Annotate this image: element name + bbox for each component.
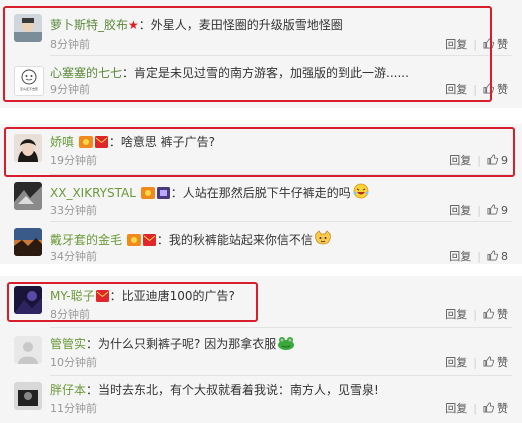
like-button[interactable]: 8 xyxy=(487,250,508,263)
highlight-box xyxy=(7,282,258,322)
thumb-up-icon xyxy=(487,204,498,215)
username[interactable]: 胖仔本 xyxy=(50,383,86,397)
highlight-box xyxy=(4,127,515,177)
thumb-up-icon xyxy=(483,308,494,319)
like-label: 赞 xyxy=(497,356,508,369)
username[interactable]: 管管实 xyxy=(50,337,86,351)
avatar[interactable] xyxy=(14,228,42,256)
cat-emoji-icon xyxy=(314,230,332,249)
level-badge-icon xyxy=(156,187,170,202)
vip-badge-icon xyxy=(140,187,155,202)
comment-item: 胖仔本：当时去东北，有个大叔就看着我说：南方人，见雪泉! 11分钟前 回复 | 赞 xyxy=(0,376,522,423)
like-button[interactable]: 赞 xyxy=(483,402,508,415)
comment-item: 管管实：为什么只剩裤子呢? 因为那拿衣服 10分钟前 回复 | 赞 xyxy=(0,328,522,374)
avatar[interactable] xyxy=(14,336,42,364)
like-label: 赞 xyxy=(497,38,508,51)
like-label: 赞 xyxy=(497,402,508,415)
thumb-up-icon xyxy=(483,402,494,413)
vip-badge-icon xyxy=(126,234,141,249)
thumb-up-icon xyxy=(487,250,498,261)
like-count: 9 xyxy=(501,204,508,217)
username[interactable]: XX_XIKRYSTAL xyxy=(50,186,136,200)
comment-time: 11分钟前 xyxy=(50,402,97,415)
reply-button[interactable]: 回复 xyxy=(445,308,467,321)
avatar[interactable] xyxy=(14,182,42,210)
comment-item: XX_XIKRYSTAL ：人站在那然后脱下牛仔裤走的吗 33分钟前 回复 | 9 xyxy=(0,176,522,220)
thumb-up-icon xyxy=(483,356,494,367)
reply-button[interactable]: 回复 xyxy=(449,204,471,217)
like-label: 赞 xyxy=(497,83,508,96)
comment-text: ：我的秋裤能站起来你信不信 xyxy=(156,233,313,247)
reply-button[interactable]: 回复 xyxy=(445,402,467,415)
avatar[interactable] xyxy=(14,382,42,410)
like-count: 8 xyxy=(501,250,508,263)
comment-time: 34分钟前 xyxy=(50,250,97,263)
like-label: 赞 xyxy=(497,308,508,321)
comment-item: 戴牙套的金毛 ：我的秋裤能站起来你信不信 34分钟前 回复 | 8 xyxy=(0,222,522,264)
comment-text: ：人站在那然后脱下牛仔裤走的吗 xyxy=(170,186,351,200)
reply-button[interactable]: 回复 xyxy=(445,356,467,369)
comment-text: ：当时去东北，有个大叔就看着我说：南方人，见雪泉! xyxy=(86,383,379,397)
envelope-badge-icon xyxy=(142,234,156,249)
laughing-emoji-icon xyxy=(352,183,370,202)
frog-emoji-icon xyxy=(277,336,295,353)
comment-time: 33分钟前 xyxy=(50,204,97,217)
like-button[interactable]: 9 xyxy=(487,204,508,217)
username[interactable]: 戴牙套的金毛 xyxy=(50,233,122,247)
like-button[interactable]: 赞 xyxy=(483,308,508,321)
comment-time: 10分钟前 xyxy=(50,356,97,369)
reply-button[interactable]: 回复 xyxy=(449,250,471,263)
highlight-box xyxy=(3,6,492,102)
like-button[interactable]: 赞 xyxy=(483,356,508,369)
comment-text: ：为什么只剩裤子呢? 因为那拿衣服 xyxy=(86,337,277,351)
